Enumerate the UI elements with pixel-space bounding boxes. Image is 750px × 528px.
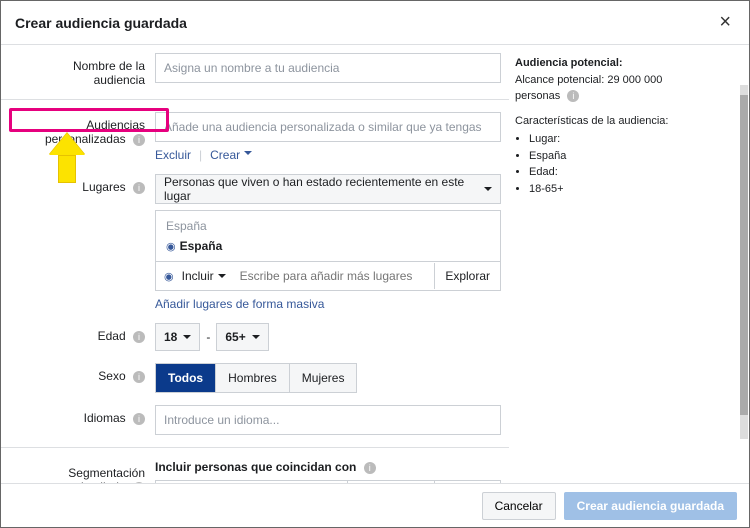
sex-segmented: Todos Hombres Mujeres	[155, 363, 357, 393]
modal-header: Crear audiencia guardada ×	[1, 1, 749, 45]
include-select[interactable]: ◉ Incluir	[156, 263, 234, 289]
modal-title: Crear audiencia guardada	[15, 15, 187, 31]
sex-label: Sexo	[98, 369, 125, 383]
close-icon[interactable]: ×	[715, 11, 735, 34]
potential-audience-panel: Audiencia potencial: Alcance potencial: …	[509, 45, 719, 485]
age-min-select[interactable]: 18	[155, 323, 200, 351]
form-area: Nombre de la audiencia Audiencias person…	[1, 45, 509, 485]
info-icon[interactable]: i	[567, 90, 579, 102]
info-icon[interactable]: i	[133, 371, 145, 383]
char-location-value: España	[529, 148, 709, 165]
age-max-select[interactable]: 65+	[216, 323, 268, 351]
places-label: Lugares	[82, 180, 125, 194]
create-link[interactable]: Crear	[210, 148, 251, 162]
info-icon[interactable]: i	[133, 182, 145, 194]
characteristics-title: Características de la audiencia:	[515, 113, 709, 130]
char-age-value: 18-65+	[529, 181, 709, 198]
modal-footer: Cancelar Crear audiencia guardada	[1, 483, 749, 527]
pin-icon: ◉	[166, 241, 176, 253]
cancel-button[interactable]: Cancelar	[482, 492, 556, 520]
create-saved-audience-modal: Crear audiencia guardada × Nombre de la …	[0, 0, 750, 528]
char-age-label: Edad:	[529, 164, 709, 181]
location-parent: España	[166, 219, 490, 233]
sex-all-option[interactable]: Todos	[156, 364, 216, 392]
bulk-add-locations-link[interactable]: Añadir lugares de forma masiva	[155, 297, 324, 311]
audience-name-input[interactable]	[155, 53, 501, 83]
sex-women-option[interactable]: Mujeres	[290, 364, 357, 392]
info-icon[interactable]: i	[133, 331, 145, 343]
explore-locations-button[interactable]: Explorar	[434, 263, 500, 289]
exclude-link[interactable]: Excluir	[155, 148, 191, 162]
info-icon[interactable]: i	[364, 462, 376, 474]
custom-audiences-label: Audiencias personalizadas	[45, 118, 145, 146]
audience-name-label: Nombre de la audiencia	[19, 53, 155, 87]
add-location-input[interactable]	[234, 262, 435, 290]
age-label: Edad	[98, 329, 126, 343]
include-match-text: Incluir personas que coincidan con	[155, 460, 356, 474]
save-audience-button[interactable]: Crear audiencia guardada	[564, 492, 737, 520]
potential-title: Audiencia potencial:	[515, 57, 623, 69]
locations-box: España ◉España ◉ Incluir Explorar	[155, 210, 501, 291]
languages-label: Idiomas	[84, 411, 126, 425]
info-icon[interactable]: i	[133, 413, 145, 425]
sex-men-option[interactable]: Hombres	[216, 364, 290, 392]
pin-icon: ◉	[164, 270, 174, 283]
location-item[interactable]: ◉España	[166, 239, 490, 253]
scrollbar[interactable]	[740, 85, 748, 439]
places-mode-select[interactable]: Personas que viven o han estado reciente…	[155, 174, 501, 204]
char-location-label: Lugar:	[529, 131, 709, 148]
info-icon[interactable]: i	[133, 134, 145, 146]
reach-label: Alcance potencial:	[515, 74, 604, 86]
languages-input[interactable]	[155, 405, 501, 435]
custom-audiences-input[interactable]	[155, 112, 501, 142]
